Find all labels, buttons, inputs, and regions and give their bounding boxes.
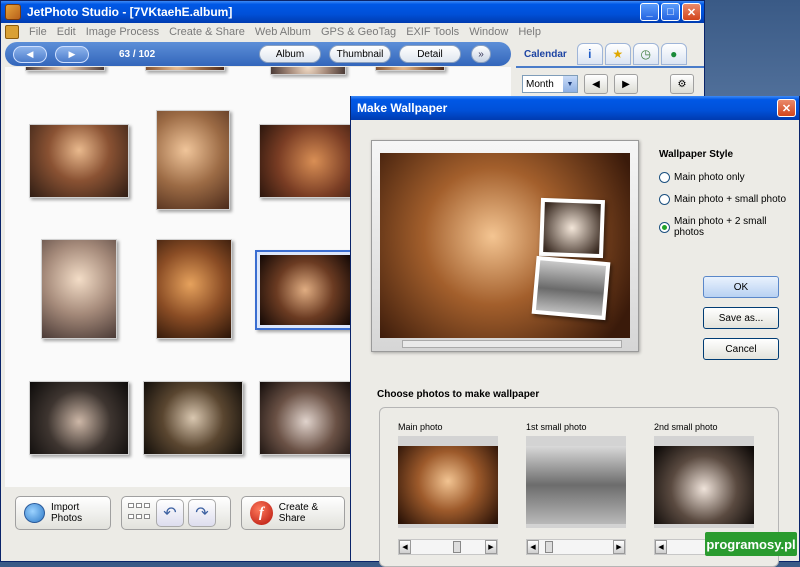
scroll-thumb[interactable] bbox=[545, 541, 553, 553]
previous-photo-button[interactable]: ◀ bbox=[13, 45, 47, 63]
thumbnail[interactable] bbox=[156, 110, 230, 210]
watermark-logo: programosy.pl bbox=[705, 532, 797, 556]
close-button[interactable]: ✕ bbox=[682, 3, 701, 21]
import-photos-label: Import Photos bbox=[50, 502, 83, 524]
globe-icon[interactable]: ● bbox=[660, 43, 687, 65]
radio-main-small[interactable] bbox=[659, 194, 670, 205]
menu-create-share[interactable]: Create & Share bbox=[169, 26, 245, 38]
undo-icon[interactable]: ↶ bbox=[156, 499, 184, 527]
preview-scrollbar[interactable] bbox=[402, 340, 622, 348]
make-wallpaper-dialog: Make Wallpaper ✕ Wallpaper Style Main ph… bbox=[350, 96, 800, 567]
slot-scrollbar-first[interactable]: ◀ ▶ bbox=[526, 539, 626, 555]
scroll-thumb[interactable] bbox=[453, 541, 461, 553]
tab-album[interactable]: Album bbox=[259, 45, 321, 63]
gear-icon[interactable]: ⚙ bbox=[670, 74, 694, 94]
minimize-button[interactable]: _ bbox=[640, 3, 659, 21]
style-option-main-two-small[interactable]: Main photo + 2 small photos bbox=[659, 216, 799, 238]
preview-small-photo-2 bbox=[531, 255, 611, 321]
navigation-bar: ◀ ▶ 63 / 102 Album Thumbnail Detail » bbox=[5, 42, 511, 66]
choose-photos-title: Choose photos to make wallpaper bbox=[377, 389, 540, 400]
chevron-down-icon: ▼ bbox=[563, 76, 577, 92]
menu-edit[interactable]: Edit bbox=[57, 26, 76, 38]
scroll-left-icon[interactable]: ◀ bbox=[399, 540, 411, 554]
calendar-title: Calendar bbox=[524, 48, 567, 60]
cancel-button[interactable]: Cancel bbox=[703, 338, 779, 360]
calendar-next-button[interactable]: ▶ bbox=[614, 74, 638, 94]
expand-chevron-icon[interactable]: » bbox=[471, 45, 491, 63]
scroll-right-icon[interactable]: ▶ bbox=[613, 540, 625, 554]
wallpaper-style-title: Wallpaper Style bbox=[659, 149, 734, 160]
app-menu-icon[interactable] bbox=[5, 25, 19, 39]
menu-gps-geotag[interactable]: GPS & GeoTag bbox=[321, 26, 396, 38]
preview-small-photo-1 bbox=[539, 197, 605, 259]
import-icon bbox=[24, 503, 45, 523]
scroll-left-icon[interactable]: ◀ bbox=[527, 540, 539, 554]
slot-label-second: 2nd small photo bbox=[654, 422, 718, 432]
menu-exif-tools[interactable]: EXIF Tools bbox=[406, 26, 459, 38]
scroll-right-icon[interactable]: ▶ bbox=[485, 540, 497, 554]
menu-file[interactable]: File bbox=[29, 26, 47, 38]
dialog-titlebar[interactable]: Make Wallpaper ✕ bbox=[351, 96, 799, 120]
redo-icon[interactable]: ↷ bbox=[188, 499, 216, 527]
main-titlebar[interactable]: JetPhoto Studio - [7VKtaehE.album] _ □ ✕ bbox=[1, 1, 704, 23]
style-label-main-two-small: Main photo + 2 small photos bbox=[673, 216, 767, 238]
import-photos-button[interactable]: Import Photos bbox=[15, 496, 111, 530]
right-panel: Calendar i ★ ◷ ● Month ▼ ◀ ▶ ⚙ bbox=[516, 42, 704, 100]
info-icon[interactable]: i bbox=[576, 43, 603, 65]
star-icon[interactable]: ★ bbox=[604, 43, 631, 65]
style-option-main-only[interactable]: Main photo only bbox=[659, 172, 745, 183]
thumbnail[interactable] bbox=[145, 67, 225, 71]
menu-help[interactable]: Help bbox=[518, 26, 541, 38]
thumbnail[interactable] bbox=[143, 381, 243, 455]
thumbnail[interactable] bbox=[259, 381, 353, 455]
thumbnail[interactable] bbox=[259, 124, 351, 198]
tab-thumbnail[interactable]: Thumbnail bbox=[329, 45, 391, 63]
window-title: JetPhoto Studio - [7VKtaehE.album] bbox=[27, 5, 233, 19]
view-period-value: Month bbox=[526, 78, 554, 90]
thumbnail[interactable] bbox=[375, 67, 445, 71]
menu-web-album[interactable]: Web Album bbox=[255, 26, 311, 38]
tab-detail[interactable]: Detail bbox=[399, 45, 461, 63]
radio-main-only[interactable] bbox=[659, 172, 670, 183]
thumbnail[interactable] bbox=[41, 239, 117, 339]
dialog-close-button[interactable]: ✕ bbox=[777, 99, 796, 117]
thumbnail-selected[interactable] bbox=[255, 250, 355, 330]
slot-photo-second[interactable] bbox=[654, 436, 754, 528]
slot-label-main: Main photo bbox=[398, 422, 443, 432]
slot-scrollbar-main[interactable]: ◀ ▶ bbox=[398, 539, 498, 555]
save-as-button[interactable]: Save as... bbox=[703, 307, 779, 329]
clock-icon[interactable]: ◷ bbox=[632, 43, 659, 65]
slot-label-first: 1st small photo bbox=[526, 422, 587, 432]
next-photo-button[interactable]: ▶ bbox=[55, 45, 89, 63]
calendar-prev-button[interactable]: ◀ bbox=[584, 74, 608, 94]
thumbnail[interactable] bbox=[29, 381, 129, 455]
photo-counter: 63 / 102 bbox=[119, 48, 156, 60]
create-share-button[interactable]: f Create & Share bbox=[241, 496, 345, 530]
style-label-main-only: Main photo only bbox=[674, 172, 745, 183]
thumbnail[interactable] bbox=[29, 124, 129, 198]
slot-photo-first[interactable] bbox=[526, 436, 626, 528]
create-share-label: Create & Share bbox=[278, 502, 319, 524]
scroll-left-icon[interactable]: ◀ bbox=[655, 540, 667, 554]
radio-main-two-small[interactable] bbox=[659, 221, 670, 233]
ok-button[interactable]: OK bbox=[703, 276, 779, 298]
edit-tools-group: ↶ ↷ bbox=[121, 496, 231, 530]
thumbnail[interactable] bbox=[25, 67, 105, 71]
dialog-title: Make Wallpaper bbox=[357, 101, 448, 115]
wallpaper-preview bbox=[371, 140, 639, 352]
maximize-button[interactable]: □ bbox=[661, 3, 680, 21]
view-period-select[interactable]: Month ▼ bbox=[522, 75, 578, 93]
menu-bar: File Edit Image Process Create & Share W… bbox=[1, 23, 704, 41]
menu-window[interactable]: Window bbox=[469, 26, 508, 38]
arrange-grid-icon[interactable] bbox=[128, 503, 152, 523]
flash-icon: f bbox=[250, 501, 273, 525]
slot-photo-main[interactable] bbox=[398, 436, 498, 528]
thumbnail[interactable] bbox=[270, 67, 346, 75]
app-icon bbox=[5, 4, 21, 20]
style-label-main-small: Main photo + small photo bbox=[674, 194, 787, 205]
menu-image-process[interactable]: Image Process bbox=[86, 26, 159, 38]
thumbnail[interactable] bbox=[156, 239, 232, 339]
style-option-main-small[interactable]: Main photo + small photo bbox=[659, 194, 786, 205]
